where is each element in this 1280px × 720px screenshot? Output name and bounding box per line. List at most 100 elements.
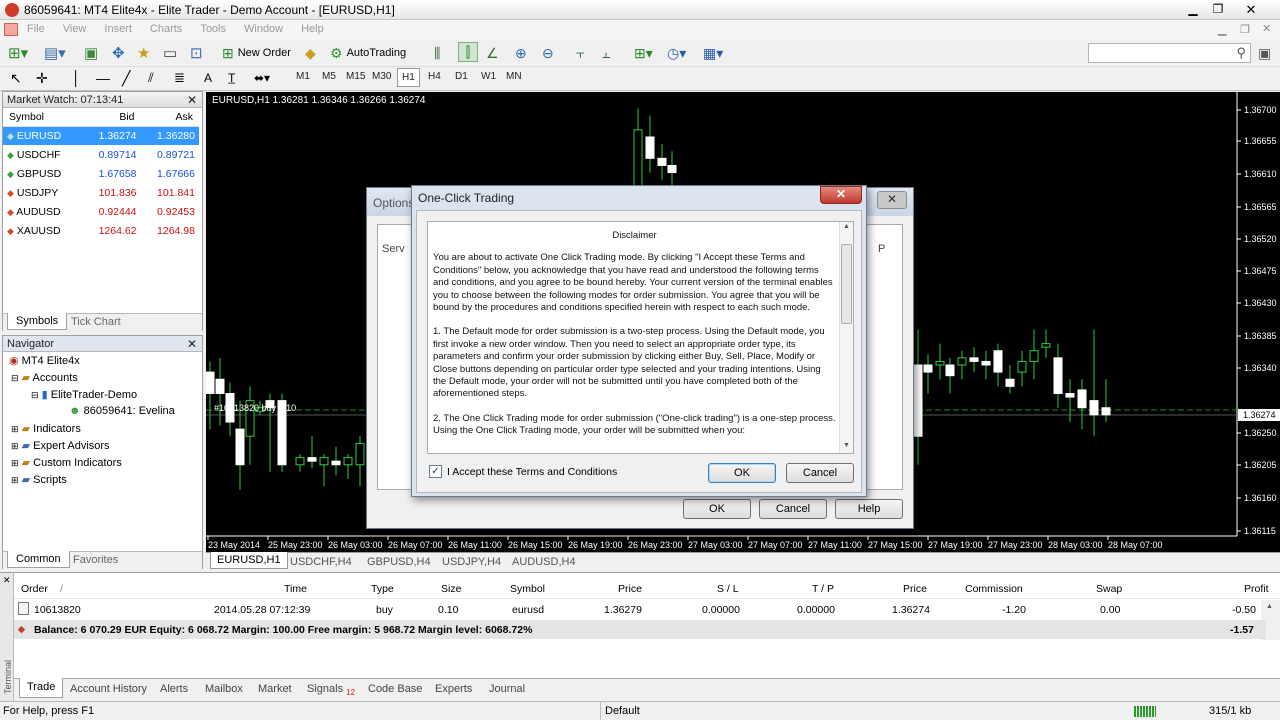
candlesticks-icon[interactable]: ⫿ [458,42,478,62]
accept-terms-checkbox[interactable]: ✓ I Accept these Terms and Conditions [429,465,617,478]
scrollbar-thumb[interactable] [841,244,852,324]
tree-item-indicators[interactable]: ⊞ ▰ Indicators [3,422,202,439]
menu-file[interactable]: File [18,20,54,35]
navigator-icon[interactable]: ★ [137,43,150,63]
close-icon[interactable]: ✕ [1242,2,1260,17]
zoom-in-icon[interactable]: ⊕ [515,43,527,63]
tree-item-server[interactable]: ⊟ ▮ EliteTrader-Demo [3,388,202,405]
checkbox-checked-icon[interactable]: ✓ [429,465,442,478]
expand-icon[interactable]: ⊞ [11,458,19,468]
tree-item-scripts[interactable]: ⊞ ▰ Scripts [3,473,202,490]
tree-item-account[interactable]: ☻ 86059641: Evelina [3,405,202,422]
tab-mailbox[interactable]: Mailbox [205,683,243,695]
expand-icon[interactable]: ⊞ [11,475,19,485]
col-time[interactable]: Time [284,583,307,595]
tf-h4[interactable]: H4 [428,71,441,82]
tab-favorites[interactable]: Favorites [73,554,118,566]
tab-common[interactable]: Common [7,551,70,568]
tf-m5[interactable]: M5 [322,71,336,82]
market-watch-row[interactable]: ◆ USDCHF 0.89714 0.89721 [3,145,199,164]
options-help-button[interactable]: Help [835,499,903,519]
table-row[interactable]: 10613820 2014.05.28 07:12:39 buy 0.10 eu… [14,600,1266,619]
search-input[interactable]: ⚲ [1088,43,1251,63]
col-symbol[interactable]: Symbol [510,583,545,595]
col-price[interactable]: Price [618,583,642,595]
chart-tab-usdjpy[interactable]: USDJPY,H4 [442,556,501,568]
tab-trade[interactable]: Trade [19,678,64,698]
scroll-up-icon[interactable]: ▲ [1266,603,1273,610]
col-tp[interactable]: T / P [812,583,834,595]
bar-chart-icon[interactable]: ⫼ [434,43,440,63]
search-icon[interactable]: ⚲ [1236,45,1246,61]
tree-item-custom-indicators[interactable]: ⊞ ▰ Custom Indicators [3,456,202,473]
col-ask[interactable]: Ask [140,108,199,127]
tab-code-base[interactable]: Code Base [368,683,422,695]
periods-icon[interactable]: ◷▾ [667,43,686,63]
terminal-close-icon[interactable]: ✕ [3,575,11,586]
menu-tools[interactable]: Tools [191,20,235,35]
market-watch-row[interactable]: ◆ AUDUSD 0.92444 0.92453 [3,202,199,221]
market-watch-row[interactable]: ◆ EURUSD 1.36274 1.36280 [3,126,199,145]
col-profit[interactable]: Profit [1244,583,1269,595]
tab-signals[interactable]: Signals 12 [307,683,355,697]
col-swap[interactable]: Swap [1096,583,1122,595]
mdi-close-icon[interactable]: ✕ [1262,22,1271,35]
line-chart-icon[interactable]: ∠ [486,43,499,63]
text-label-icon[interactable]: T̲ [228,68,235,88]
tab-experts[interactable]: Experts [435,683,472,695]
market-watch-row[interactable]: ◆ XAUUSD 1264.62 1264.98 [3,221,199,240]
indicators-icon[interactable]: ⊞▾ [634,43,653,63]
market-watch-icon[interactable]: ▣ [84,43,98,63]
tf-w1[interactable]: W1 [481,71,496,82]
data-window-icon[interactable]: ✥ [112,43,125,63]
tf-h1[interactable]: H1 [397,68,420,87]
disclaimer-box[interactable]: Disclaimer You are about to activate One… [427,221,854,454]
zoom-out-icon[interactable]: ⊖ [542,43,554,63]
auto-scroll-icon[interactable]: ⫟ [576,43,584,63]
profiles-icon[interactable]: ▤▾ [44,43,66,63]
new-chart-icon[interactable]: ⊞▾ [8,43,28,63]
expand-icon[interactable]: ⊞ [11,424,19,434]
options-cancel-button[interactable]: Cancel [759,499,827,519]
market-watch-row[interactable]: ◆ GBPUSD 1.67658 1.67666 [3,164,199,183]
tree-item-accounts[interactable]: ⊟ ▰ Accounts [3,371,202,388]
community-icon[interactable]: ▣ [1258,43,1271,63]
col-current-price[interactable]: Price [903,583,927,595]
market-watch-row[interactable]: ◆ USDJPY 101.836 101.841 [3,183,199,202]
tab-account-history[interactable]: Account History [70,683,147,695]
crosshair-icon[interactable]: ✛ [36,68,48,88]
tf-m1[interactable]: M1 [296,71,310,82]
cursor-icon[interactable]: ↖ [10,68,22,88]
templates-icon[interactable]: ▦▾ [703,43,723,63]
arrows-icon[interactable]: ⬌▾ [254,68,270,88]
menu-view[interactable]: View [54,20,96,35]
vertical-line-icon[interactable]: │ [72,68,81,88]
col-type[interactable]: Type [371,583,394,595]
horizontal-line-icon[interactable]: — [96,68,110,88]
oct-close-icon[interactable]: ✕ [820,186,862,204]
menu-insert[interactable]: Insert [95,20,141,35]
minimize-icon[interactable]: ▁ [1185,2,1201,16]
channel-icon[interactable]: ⫽ [148,68,154,88]
collapse-icon[interactable]: ⊟ [31,390,39,400]
mdi-minimize-icon[interactable]: ▁ [1218,23,1226,36]
autotrading-button[interactable]: ⚙ AutoTrading [330,43,406,63]
col-commission[interactable]: Commission [965,583,1023,595]
market-watch-close-icon[interactable]: ✕ [187,93,197,107]
options-tab-partial[interactable]: P [878,243,885,255]
tab-market[interactable]: Market [258,683,292,695]
col-order[interactable]: Order [21,583,48,595]
collapse-icon[interactable]: ⊟ [11,373,19,383]
navigator-close-icon[interactable]: ✕ [187,337,197,351]
new-order-button[interactable]: ⊞ New Order [222,43,291,63]
chart-tab-audusd[interactable]: AUDUSD,H4 [512,556,576,568]
col-symbol[interactable]: Symbol [3,108,83,127]
fibo-icon[interactable]: ≣ [174,68,185,88]
chart-tab-eurusd[interactable]: EURUSD,H1 [210,552,288,569]
col-sl[interactable]: S / L [717,583,739,595]
tf-d1[interactable]: D1 [455,71,468,82]
strategy-tester-icon[interactable]: ⊡ [190,43,203,63]
col-size[interactable]: Size [441,583,461,595]
menu-window[interactable]: Window [235,20,292,35]
tab-alerts[interactable]: Alerts [160,683,188,695]
